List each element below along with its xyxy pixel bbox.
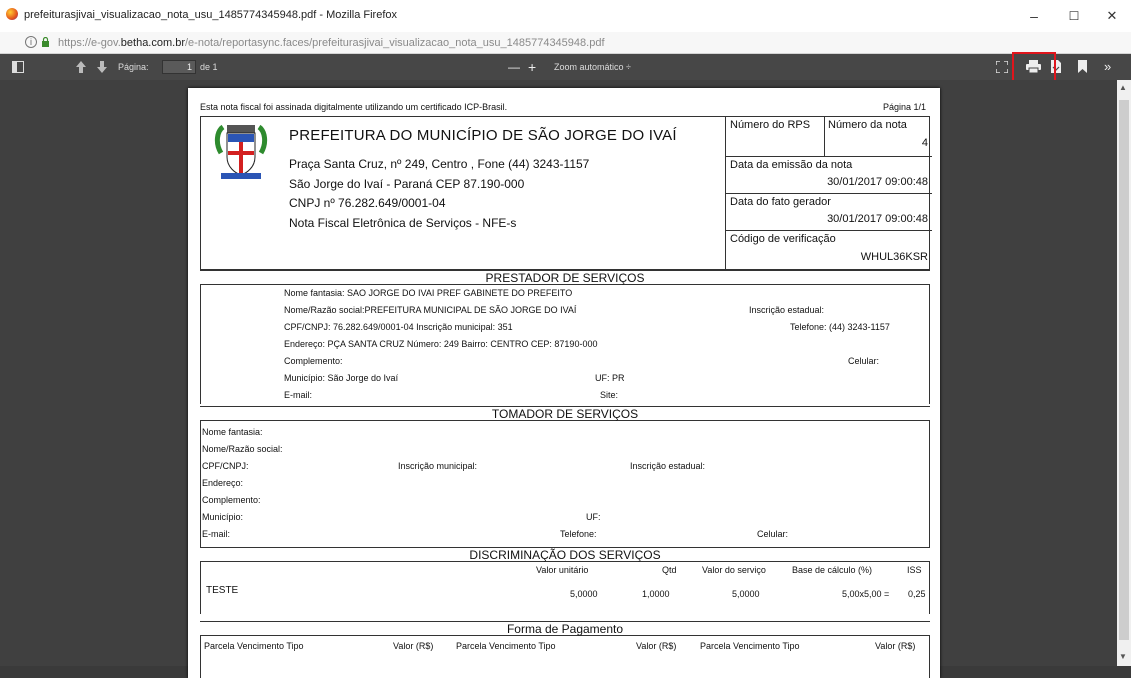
prestador-telefone: Telefone: (44) 3243-1157 bbox=[790, 322, 890, 332]
tomador-celular: Celular: bbox=[757, 529, 789, 539]
sidebar-toggle-icon[interactable] bbox=[12, 61, 24, 73]
servico-iss: 0,25 bbox=[908, 589, 926, 599]
prestador-insc-estadual: Inscrição estadual: bbox=[749, 305, 825, 315]
window-title: prefeiturasjivai_visualizacao_nota_usu_1… bbox=[24, 9, 398, 21]
close-button[interactable]: ✕ bbox=[1095, 4, 1129, 28]
codigo-label: Código de verificação bbox=[730, 233, 836, 245]
vertical-scrollbar[interactable]: ▲ ▼ bbox=[1117, 80, 1131, 666]
pagamento-valor-1: Valor (R$) bbox=[393, 641, 434, 651]
codigo-value: WHUL36KSR bbox=[860, 251, 928, 263]
prestador-celular: Celular: bbox=[848, 356, 880, 366]
pagamento-valor-3: Valor (R$) bbox=[875, 641, 916, 651]
prestador-complemento: Complemento: bbox=[284, 356, 343, 366]
prestador-razao: Nome/Razão social:PREFEITURA MUNICIPAL D… bbox=[284, 305, 577, 315]
minimize-button[interactable]: – bbox=[1017, 4, 1051, 28]
pdf-page: Esta nota fiscal foi assinada digitalmen… bbox=[188, 88, 940, 678]
tomador-cpf: CPF/CNPJ: bbox=[202, 461, 249, 471]
tomador-razao: Nome/Razão social: bbox=[202, 444, 283, 454]
header-base-calculo: Base de cálculo (%) bbox=[792, 565, 873, 575]
header-right-panel: Número do RPS Número da nota 4 Data da e… bbox=[725, 117, 932, 269]
pagamento-header-3: Parcela Vencimento Tipo bbox=[700, 641, 800, 651]
header-city: São Jorge do Ivaí - Paraná CEP 87.190-00… bbox=[289, 177, 525, 191]
prestador-title: PRESTADOR DE SERVIÇOS bbox=[200, 270, 930, 285]
presentation-mode-icon[interactable] bbox=[996, 61, 1008, 73]
url-bar[interactable]: i https://e-gov.betha.com.br/e-nota/repo… bbox=[0, 32, 1131, 54]
header-valor-servico: Valor do serviço bbox=[702, 565, 766, 575]
tomador-insc-estadual: Inscrição estadual: bbox=[630, 461, 706, 471]
tomador-municipio: Município: bbox=[202, 512, 244, 522]
header-cnpj: CNPJ nº 76.282.649/0001-04 bbox=[289, 196, 446, 210]
firefox-icon bbox=[6, 8, 18, 20]
pdf-toolbar: Página: 1 de 1 — + Zoom automático ÷ » bbox=[0, 54, 1131, 80]
tools-menu-icon[interactable]: » bbox=[1104, 54, 1111, 80]
tomador-fantasia: Nome fantasia: bbox=[202, 427, 263, 437]
zoom-out-button[interactable]: — bbox=[508, 54, 520, 80]
servico-qtd: 1,0000 bbox=[642, 589, 670, 599]
rps-label: Número do RPS bbox=[730, 119, 811, 131]
scroll-down-icon[interactable]: ▼ bbox=[1119, 652, 1127, 661]
maximize-button[interactable]: ☐ bbox=[1057, 4, 1091, 28]
prestador-municipio: Município: São Jorge do Ivaí bbox=[284, 373, 399, 383]
servico-valor: 5,0000 bbox=[732, 589, 760, 599]
pagamento-title: Forma de Pagamento bbox=[200, 621, 930, 636]
title-bar: prefeiturasjivai_visualizacao_nota_usu_1… bbox=[0, 0, 1131, 32]
zoom-select[interactable]: Zoom automático ÷ bbox=[548, 59, 646, 75]
zoom-in-button[interactable]: + bbox=[528, 54, 536, 80]
info-icon[interactable]: i bbox=[25, 36, 37, 48]
page-number-input[interactable]: 1 bbox=[162, 60, 196, 74]
header-iss: ISS bbox=[907, 565, 922, 575]
servico-descricao: TESTE bbox=[206, 585, 239, 596]
scrollbar-thumb[interactable] bbox=[1119, 100, 1129, 640]
nota-value: 4 bbox=[921, 137, 928, 149]
signed-note: Esta nota fiscal foi assinada digitalmen… bbox=[200, 102, 508, 112]
header-address: Praça Santa Cruz, nº 249, Centro , Fone … bbox=[289, 157, 590, 171]
tomador-complemento: Complemento: bbox=[202, 495, 261, 505]
tomador-telefone: Telefone: bbox=[560, 529, 597, 539]
pagamento-header-1: Parcela Vencimento Tipo bbox=[204, 641, 304, 651]
url-text[interactable]: https://e-gov.betha.com.br/e-nota/report… bbox=[58, 37, 605, 49]
servicos-title: DISCRIMINAÇÃO DOS SERVIÇOS bbox=[200, 547, 930, 562]
previous-page-icon[interactable] bbox=[76, 61, 86, 73]
prestador-site: Site: bbox=[600, 390, 619, 400]
header-box: PREFEITURA DO MUNICÍPIO DE SÃO JORGE DO … bbox=[200, 116, 932, 270]
page-total: de 1 bbox=[200, 62, 218, 72]
emissao-label: Data da emissão da nota bbox=[730, 159, 853, 171]
scroll-up-icon[interactable]: ▲ bbox=[1119, 83, 1127, 92]
prestador-uf: UF: PR bbox=[595, 373, 625, 383]
tomador-uf: UF: bbox=[586, 512, 601, 522]
header-valor-unitario: Valor unitário bbox=[536, 565, 589, 575]
servico-valor-unitario: 5,0000 bbox=[570, 589, 598, 599]
next-page-icon[interactable] bbox=[97, 61, 107, 73]
page-label: Página: bbox=[118, 62, 149, 72]
emissao-value: 30/01/2017 09:00:48 bbox=[827, 176, 928, 188]
municipal-crest-icon bbox=[214, 124, 268, 179]
prestador-endereco: Endereço: PÇA SANTA CRUZ Número: 249 Bai… bbox=[284, 339, 598, 349]
prestador-fantasia: Nome fantasia: SAO JORGE DO IVAI PREF GA… bbox=[284, 288, 573, 298]
page-number: Página 1/1 bbox=[882, 102, 926, 112]
fato-label: Data do fato gerador bbox=[730, 196, 831, 208]
servico-base: 5,00x5,00 = bbox=[842, 589, 890, 599]
pagamento-valor-2: Valor (R$) bbox=[636, 641, 677, 651]
nota-label: Número da nota bbox=[828, 119, 907, 131]
tomador-email: E-mail: bbox=[202, 529, 231, 539]
lock-icon bbox=[42, 37, 49, 47]
header-doc-type: Nota Fiscal Eletrônica de Serviços - NFE… bbox=[289, 216, 517, 230]
prestador-email: E-mail: bbox=[284, 390, 313, 400]
header-qtd: Qtd bbox=[662, 565, 677, 575]
prestador-cpf: CPF/CNPJ: 76.282.649/0001-04 Inscrição m… bbox=[284, 322, 513, 332]
bookmark-icon[interactable] bbox=[1078, 60, 1087, 73]
prefeitura-title: PREFEITURA DO MUNICÍPIO DE SÃO JORGE DO … bbox=[289, 127, 677, 144]
pagamento-header-2: Parcela Vencimento Tipo bbox=[456, 641, 556, 651]
tomador-insc-municipal: Inscrição municipal: bbox=[398, 461, 478, 471]
tomador-endereco: Endereço: bbox=[202, 478, 244, 488]
fato-value: 30/01/2017 09:00:48 bbox=[827, 213, 928, 225]
tomador-title: TOMADOR DE SERVIÇOS bbox=[200, 406, 930, 421]
